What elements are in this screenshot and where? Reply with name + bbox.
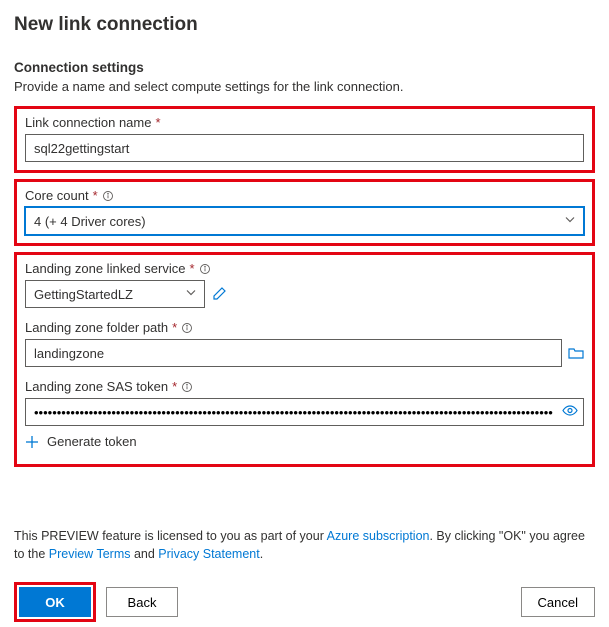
link-name-input[interactable]: [25, 134, 584, 162]
required-star: *: [172, 320, 177, 335]
link-name-label: Link connection name: [25, 115, 151, 130]
back-button[interactable]: Back: [106, 587, 178, 617]
sas-label: Landing zone SAS token: [25, 379, 168, 394]
info-icon[interactable]: [199, 263, 211, 275]
plus-icon: [25, 435, 39, 449]
lz-folder-label: Landing zone folder path: [25, 320, 168, 335]
info-icon[interactable]: [181, 322, 193, 334]
required-star: *: [93, 188, 98, 203]
lz-folder-input[interactable]: [25, 339, 562, 367]
core-count-select[interactable]: 4 (+ 4 Driver cores): [25, 207, 584, 235]
highlight-box-landingzone: Landing zone linked service * GettingSta…: [14, 252, 595, 467]
sas-token-input[interactable]: [25, 398, 584, 426]
lz-service-select[interactable]: GettingStartedLZ: [25, 280, 205, 308]
reveal-eye-icon[interactable]: [562, 403, 578, 422]
generate-token-button[interactable]: Generate token: [25, 434, 137, 449]
footer: OK Back Cancel: [14, 582, 595, 622]
info-icon[interactable]: [181, 381, 193, 393]
lz-service-value[interactable]: GettingStartedLZ: [25, 280, 205, 308]
edit-icon[interactable]: [211, 286, 227, 302]
page-title: New link connection: [14, 14, 595, 36]
privacy-statement-link[interactable]: Privacy Statement: [158, 547, 259, 561]
section-subtitle: Provide a name and select compute settin…: [14, 79, 595, 94]
highlight-box-ok: OK: [14, 582, 96, 622]
lz-service-label: Landing zone linked service: [25, 261, 185, 276]
ok-button[interactable]: OK: [19, 587, 91, 617]
browse-folder-icon[interactable]: [568, 345, 584, 361]
highlight-box-corecount: Core count * 4 (+ 4 Driver cores): [14, 179, 595, 246]
generate-token-label: Generate token: [47, 434, 137, 449]
info-icon[interactable]: [102, 190, 114, 202]
required-star: *: [155, 115, 160, 130]
highlight-box-name: Link connection name *: [14, 106, 595, 173]
preview-text: This PREVIEW feature is licensed to you …: [14, 527, 595, 565]
required-star: *: [172, 379, 177, 394]
core-count-value[interactable]: 4 (+ 4 Driver cores): [25, 207, 584, 235]
preview-terms-link[interactable]: Preview Terms: [49, 547, 131, 561]
core-count-label: Core count: [25, 188, 89, 203]
azure-subscription-link[interactable]: Azure subscription: [327, 529, 430, 543]
cancel-button[interactable]: Cancel: [521, 587, 595, 617]
required-star: *: [189, 261, 194, 276]
section-heading: Connection settings: [14, 60, 595, 75]
